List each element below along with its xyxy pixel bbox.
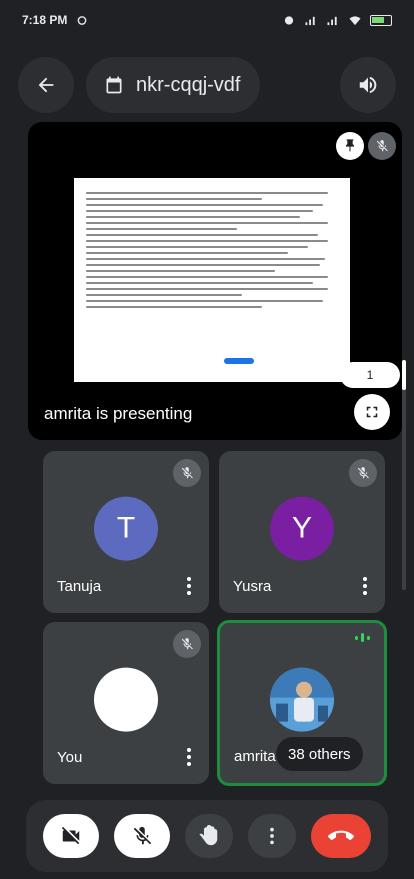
microphone-toggle-button[interactable] bbox=[114, 814, 171, 858]
avatar: T bbox=[94, 496, 158, 561]
top-bar: nkr-cqqj-vdf bbox=[0, 52, 414, 118]
status-time: 7:18 PM bbox=[22, 13, 68, 27]
slide-badge bbox=[224, 358, 254, 364]
mic-off-icon bbox=[173, 459, 201, 487]
sync-icon bbox=[78, 15, 87, 25]
more-options-icon[interactable] bbox=[363, 577, 367, 595]
page-indicator[interactable]: 1 bbox=[340, 362, 400, 388]
wifi-icon bbox=[349, 15, 361, 25]
mic-off-icon bbox=[173, 630, 201, 658]
speaker-icon bbox=[359, 76, 377, 94]
profile-photo-icon bbox=[270, 667, 334, 732]
camera-off-icon bbox=[62, 826, 80, 845]
participant-name: amrita bbox=[234, 748, 276, 765]
participant-tile-yusra[interactable]: Y Yusra bbox=[219, 451, 385, 613]
shared-slide bbox=[74, 178, 350, 382]
participant-tile-tanuja[interactable]: T Tanuja bbox=[43, 451, 209, 613]
participant-name: Yusra bbox=[233, 578, 272, 595]
hang-up-icon bbox=[327, 830, 354, 841]
battery-icon bbox=[370, 14, 392, 26]
alarm-icon bbox=[284, 15, 294, 25]
others-count[interactable]: 38 others bbox=[276, 737, 363, 771]
mic-off-icon bbox=[133, 826, 152, 845]
fullscreen-button[interactable] bbox=[354, 394, 390, 430]
calendar-icon bbox=[106, 76, 122, 94]
camera-toggle-button[interactable] bbox=[43, 814, 100, 858]
hand-icon bbox=[199, 825, 218, 846]
back-button[interactable] bbox=[18, 57, 74, 113]
participant-name: Tanuja bbox=[57, 578, 102, 595]
presenting-label: amrita is presenting bbox=[44, 404, 193, 423]
status-bar: 7:18 PM bbox=[0, 0, 414, 40]
more-options-icon[interactable] bbox=[187, 748, 191, 766]
call-controls bbox=[26, 800, 388, 872]
participant-name: You bbox=[57, 749, 83, 766]
speaking-indicator-icon bbox=[355, 633, 370, 642]
arrow-left-icon bbox=[38, 77, 54, 93]
pin-button[interactable] bbox=[336, 132, 364, 160]
signal-icon-2 bbox=[327, 16, 337, 25]
fullscreen-icon bbox=[366, 406, 378, 418]
leave-call-button[interactable] bbox=[310, 814, 371, 858]
presentation-tile[interactable]: amrita is presenting bbox=[28, 122, 402, 440]
more-vertical-icon bbox=[269, 827, 274, 845]
scrollbar-thumb[interactable] bbox=[402, 360, 406, 390]
pin-icon bbox=[346, 139, 354, 152]
meeting-code: nkr-cqqj-vdf bbox=[136, 73, 241, 96]
more-options-button[interactable] bbox=[247, 814, 296, 858]
meeting-info-button[interactable]: nkr-cqqj-vdf bbox=[86, 57, 261, 113]
avatar bbox=[270, 667, 334, 732]
more-options-icon[interactable] bbox=[187, 577, 191, 595]
avatar bbox=[94, 667, 158, 732]
presenter-mic-off-icon bbox=[368, 132, 396, 160]
audio-output-button[interactable] bbox=[340, 57, 396, 113]
avatar: Y bbox=[270, 496, 334, 561]
signal-icon bbox=[305, 16, 315, 25]
scrollbar-track[interactable] bbox=[402, 360, 406, 590]
raise-hand-button[interactable] bbox=[184, 814, 233, 858]
mic-off-icon bbox=[349, 459, 377, 487]
participant-tile-you[interactable]: You bbox=[43, 622, 209, 784]
